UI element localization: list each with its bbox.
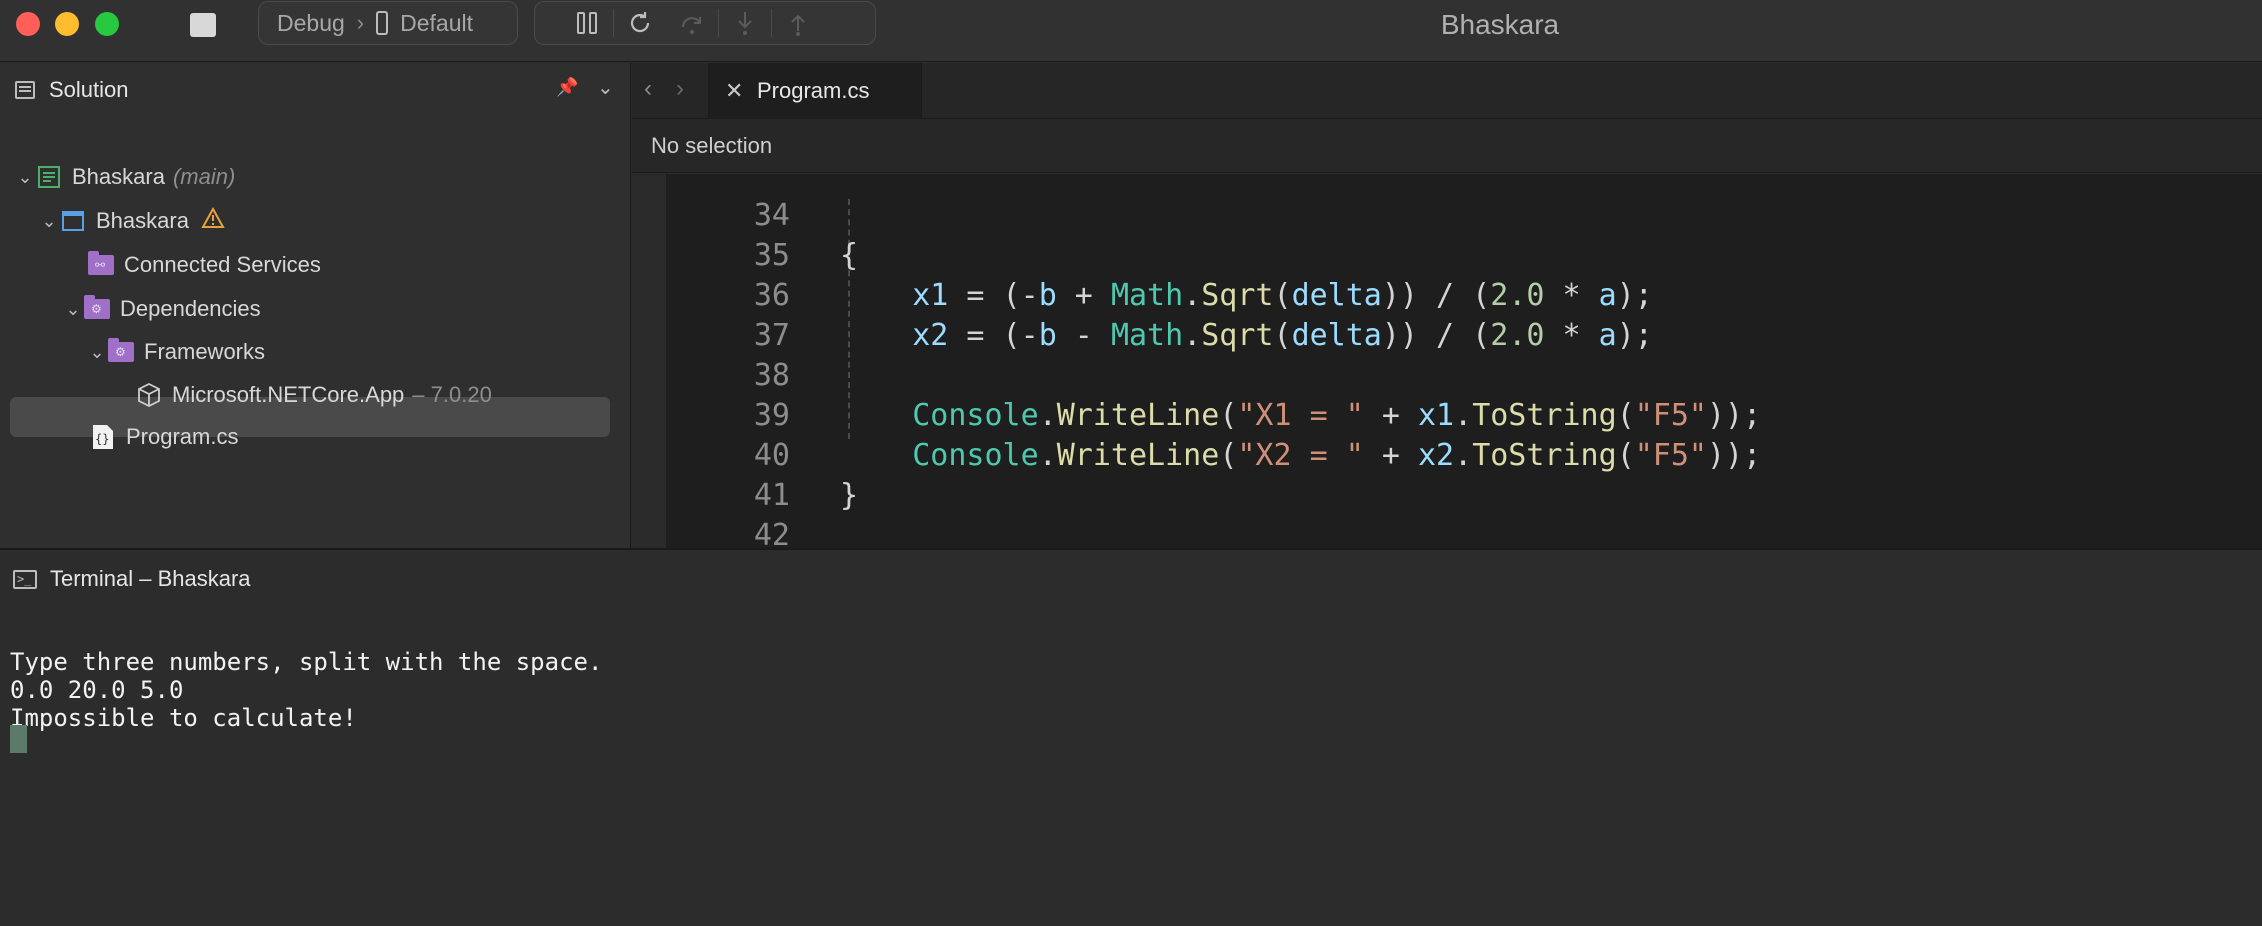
solution-header: Solution 📌 ⌄ <box>0 63 631 117</box>
tree-item-label: Bhaskara <box>96 208 189 233</box>
configuration-selector[interactable]: Debug › Default <box>258 1 518 45</box>
tree-item-label: Dependencies <box>120 296 261 321</box>
code-line: 34 { <box>632 174 858 273</box>
close-icon[interactable]: ✕ <box>725 78 745 104</box>
code-line: 38 Console.WriteLine("X1 = " + x1.ToStri… <box>632 316 1761 433</box>
chevron-down-icon[interactable]: ⌄ <box>38 211 60 232</box>
svg-text:{}: {} <box>95 432 109 446</box>
terminal-icon: >_ <box>13 570 37 589</box>
frameworks-folder-icon: ⚙ <box>108 338 134 365</box>
terminal-header: >_ Terminal – Bhaskara <box>0 550 2262 608</box>
tree-item-dependencies[interactable]: ⌄ ⚙ Dependencies <box>62 289 261 329</box>
configuration-label: Debug <box>277 9 345 36</box>
tree-item-label: Microsoft.NETCore.App <box>172 382 405 407</box>
chevron-down-icon[interactable]: ⌄ <box>86 342 108 363</box>
chevron-down-icon[interactable]: ⌄ <box>597 75 614 100</box>
terminal-output-line: Impossible to calculate! <box>10 704 357 732</box>
tab-program-cs[interactable]: ✕ Program.cs <box>708 63 922 119</box>
chevron-right-icon: › <box>356 10 365 35</box>
restart-icon[interactable] <box>614 1 666 45</box>
code-line: 41 <box>632 436 790 513</box>
terminal-cursor <box>10 725 27 753</box>
minimize-window-button[interactable] <box>55 12 79 36</box>
tree-item-label: Frameworks <box>144 339 266 364</box>
code-text: { <box>840 238 859 273</box>
step-into-icon[interactable] <box>719 1 771 45</box>
code-line: 39 Console.WriteLine("X2 = " + x2.ToStri… <box>632 356 1761 473</box>
tree-item-label: Connected Services <box>124 252 321 277</box>
pin-icon[interactable]: 📌 <box>556 77 578 98</box>
tree-item-frameworks[interactable]: ⌄ ⚙ Frameworks <box>86 332 265 372</box>
code-line: 37 <box>632 276 790 353</box>
tree-item-label: Program.cs <box>126 424 239 449</box>
pause-icon[interactable] <box>561 1 613 45</box>
debug-controls <box>534 1 876 45</box>
tree-item-program-cs[interactable]: {} Program.cs <box>90 417 238 457</box>
tree-item-solution-root[interactable]: ⌄ Bhaskara (main) <box>14 157 235 197</box>
code-text: } <box>840 478 859 513</box>
tree-item-netcore-app[interactable]: Microsoft.NETCore.App – 7.0.20 <box>136 375 492 415</box>
maximize-window-button[interactable] <box>95 12 119 36</box>
terminal-pane[interactable]: >_ Terminal – Bhaskara Type three number… <box>0 550 2262 926</box>
chevron-right-icon[interactable]: › <box>676 75 684 103</box>
tree-item-project[interactable]: ⌄ Bhaskara <box>38 201 225 241</box>
close-window-button[interactable] <box>16 12 40 36</box>
chevron-left-icon[interactable]: ‹ <box>644 75 652 103</box>
code-line: 40 } <box>632 396 858 513</box>
breadcrumb-bar: No selection <box>632 119 2262 173</box>
terminal-output-line: 0.0 20.0 5.0 <box>10 676 184 704</box>
branch-label: (main) <box>172 164 236 189</box>
terminal-output-line: Type three numbers, split with the space… <box>10 648 603 676</box>
connected-services-folder-icon: ⚯ <box>88 251 114 278</box>
step-over-icon[interactable] <box>666 1 718 45</box>
terminal-title: Terminal – Bhaskara <box>50 566 251 591</box>
title-bar: Debug › Default Bhaskara <box>0 0 2262 62</box>
code-text: Console.WriteLine("X2 = " + x2.ToString(… <box>912 438 1762 473</box>
code-line: 42 // <box>632 476 790 548</box>
chevron-down-icon[interactable]: ⌄ <box>14 167 36 188</box>
code-text: x2 = (-b - Math.Sqrt(delta)) / (2.0 * a)… <box>912 318 1653 353</box>
target-label: Default <box>400 9 473 36</box>
stop-icon[interactable] <box>190 13 216 37</box>
solution-pane: Solution 📌 ⌄ ⌄ Bhaskara (main) ⌄ Bhaskar… <box>0 63 631 548</box>
code-line: 43 Console.ReadLine(); <box>632 516 704 548</box>
solution-title: Solution <box>49 77 129 102</box>
device-icon <box>376 11 389 35</box>
code-line: 35 x1 = (-b + Math.Sqrt(delta)) / (2.0 *… <box>632 196 1653 313</box>
dependencies-folder-icon: ⚙ <box>84 295 110 322</box>
warning-icon <box>201 206 225 235</box>
csharp-file-icon: {} <box>90 424 116 450</box>
tree-item-label: Bhaskara <box>72 164 165 189</box>
window-title: Bhaskara <box>1440 9 1560 40</box>
tree-item-connected-services[interactable]: ⚯ Connected Services <box>88 245 321 285</box>
breadcrumb[interactable]: No selection <box>651 133 772 159</box>
code-text: x1 = (-b + Math.Sqrt(delta)) / (2.0 * a)… <box>912 278 1653 313</box>
chevron-down-icon[interactable]: ⌄ <box>62 299 84 320</box>
solution-icon <box>36 164 62 190</box>
step-out-icon[interactable] <box>772 1 824 45</box>
solution-pane-icon <box>15 81 35 99</box>
tab-label: Program.cs <box>757 78 870 103</box>
code-line: 36 x2 = (-b - Math.Sqrt(delta)) / (2.0 *… <box>632 236 1653 353</box>
code-text: Console.WriteLine("X1 = " + x1.ToString(… <box>912 398 1762 433</box>
version-label: – 7.0.20 <box>412 382 492 407</box>
package-icon <box>136 382 162 408</box>
project-icon <box>60 208 86 234</box>
code-editor[interactable]: 34 { 35 x1 = (-b + Math.Sqrt(delta)) / (… <box>632 174 2262 548</box>
editor-tab-bar: ‹ › ✕ Program.cs <box>632 63 2262 119</box>
